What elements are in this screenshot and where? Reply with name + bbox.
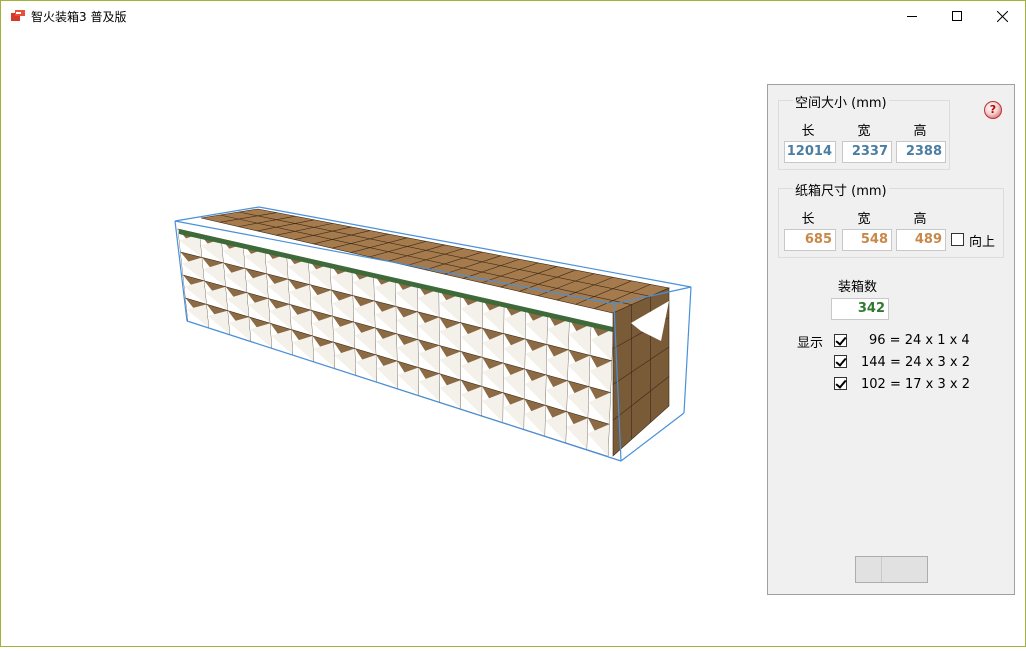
app-window: 智火装箱3 普及版 ? 空间大小 (mm) 长 宽 高 12014 2337 2…: [0, 0, 1026, 647]
split-action-button[interactable]: [855, 556, 928, 583]
layer-1-checkbox[interactable]: [834, 334, 847, 347]
upright-checkbox[interactable]: [951, 233, 964, 246]
space-width-input[interactable]: 2337: [842, 141, 892, 163]
close-icon: [996, 10, 1008, 22]
maximize-button[interactable]: [934, 1, 980, 31]
carton-size-group: 纸箱尺寸 (mm) 长 宽 高 685 548 489 向上: [778, 180, 1004, 258]
space-height-label: 高: [913, 124, 927, 139]
maximize-icon: [952, 11, 962, 21]
display-label: 显示: [797, 336, 824, 351]
minimize-button[interactable]: [889, 1, 935, 31]
window-title: 智火装箱3 普及版: [31, 10, 127, 24]
container-edge: [683, 286, 692, 414]
layer-3-label: 102 = 17 x 3 x 2: [861, 377, 970, 392]
layer-2-label: 144 = 24 x 3 x 2: [861, 355, 970, 370]
upright-label: 向上: [969, 235, 996, 250]
close-button[interactable]: [979, 1, 1025, 31]
carton-width-input[interactable]: 548: [842, 229, 892, 251]
space-width-label: 宽: [857, 124, 871, 139]
space-length-input[interactable]: 12014: [784, 141, 836, 163]
settings-panel: ? 空间大小 (mm) 长 宽 高 12014 2337 2388 纸箱尺寸 (…: [767, 84, 1015, 595]
space-height-input[interactable]: 2388: [896, 141, 946, 163]
title-bar[interactable]: 智火装箱3 普及版: [1, 1, 1025, 31]
space-size-title: 空间大小 (mm): [793, 92, 889, 111]
carton-size-title: 纸箱尺寸 (mm): [793, 180, 889, 199]
carton-height-label: 高: [913, 212, 927, 227]
3d-viewport[interactable]: [1, 31, 767, 647]
container-3d-scene[interactable]: [1, 31, 767, 647]
app-logo-icon: [11, 10, 25, 21]
box-count-value: 342: [831, 298, 889, 320]
layer-3-checkbox[interactable]: [834, 377, 847, 390]
minimize-icon: [907, 16, 917, 17]
button-divider: [881, 557, 882, 582]
carton-width-label: 宽: [857, 212, 871, 227]
box-count-label: 装箱数: [838, 280, 878, 295]
layer-1-label: 96 = 24 x 1 x 4: [869, 333, 970, 348]
space-length-label: 长: [801, 124, 815, 139]
space-size-group: 空间大小 (mm) 长 宽 高 12014 2337 2388: [778, 92, 950, 170]
layer-2-checkbox[interactable]: [834, 355, 847, 368]
carton-length-input[interactable]: 685: [784, 229, 836, 251]
help-icon[interactable]: ?: [984, 101, 1002, 119]
carton-height-input[interactable]: 489: [896, 229, 946, 251]
carton-length-label: 长: [801, 212, 815, 227]
